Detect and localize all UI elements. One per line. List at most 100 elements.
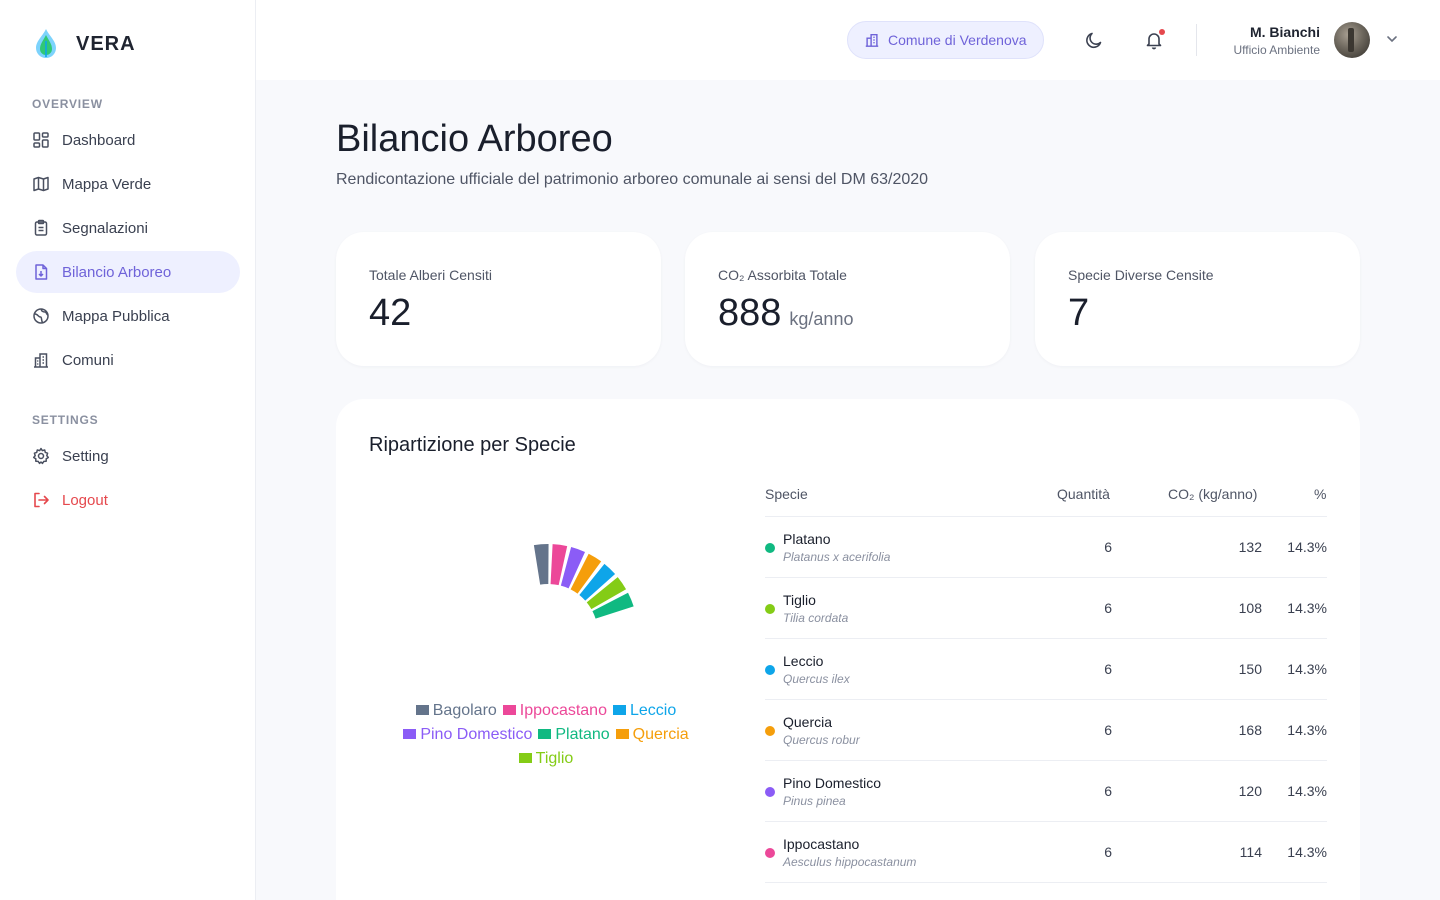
sidebar-item-bilancio-arboreo[interactable]: Bilancio Arboreo — [16, 251, 240, 293]
stat-value: 7 — [1068, 292, 1090, 334]
species-breakdown-panel: Ripartizione per Specie Bagolaro Ippocast… — [336, 399, 1360, 900]
species-name: Leccio — [783, 653, 824, 669]
moon-icon — [1086, 32, 1102, 49]
sidebar: VERA OVERVIEW Dashboard Mappa Verde Segn… — [0, 0, 256, 900]
stat-unit: kg/anno — [789, 309, 854, 329]
comune-selector-button[interactable]: Comune di Verdenova — [847, 21, 1044, 59]
species-latin-name: Quercus ilex — [783, 672, 850, 686]
stat-value: 888 kg/anno — [718, 292, 854, 334]
sidebar-item-mappa-verde[interactable]: Mappa Verde — [16, 163, 240, 205]
header-divider — [1196, 24, 1197, 56]
pie-slice-bagolaro[interactable] — [533, 544, 549, 585]
species-color-dot — [765, 787, 775, 797]
species-latin-name: Platanus x acerifolia — [783, 550, 891, 564]
sidebar-item-setting[interactable]: Setting — [16, 435, 240, 477]
dark-mode-toggle[interactable] — [1082, 28, 1106, 52]
species-co2: 168 — [1238, 722, 1262, 738]
species-quantity: 6 — [1104, 722, 1112, 738]
species-latin-name: Tilia cordata — [783, 611, 849, 625]
species-name: Pino Domestico — [783, 775, 882, 791]
table-header: Specie Quantità CO₂ (kg/anno) % — [765, 477, 1327, 517]
species-table: Specie Quantità CO₂ (kg/anno) % Platano P… — [765, 477, 1327, 883]
legend-item[interactable]: Pino Domestico — [403, 723, 532, 747]
species-quantity: 6 — [1104, 661, 1112, 677]
species-color-dot — [765, 604, 775, 614]
clipboard-icon — [32, 219, 50, 237]
brand[interactable]: VERA — [32, 27, 136, 61]
species-name: Platano — [783, 531, 831, 547]
legend-swatch — [403, 729, 417, 739]
table-row[interactable]: Quercia Quercus robur 6 168 14.3% — [765, 700, 1327, 761]
sidebar-item-dashboard[interactable]: Dashboard — [16, 119, 240, 161]
species-name: Quercia — [783, 714, 833, 730]
legend-item[interactable]: Bagolaro — [415, 699, 497, 723]
map-icon — [32, 175, 50, 193]
stat-card-total-trees: Totale Alberi Censiti 42 — [336, 232, 661, 366]
building-icon — [32, 351, 50, 369]
sidebar-item-logout[interactable]: Logout — [16, 479, 240, 521]
species-quantity: 6 — [1104, 600, 1112, 616]
page-title: Bilancio Arboreo — [336, 118, 613, 160]
legend-item[interactable]: Tiglio — [518, 747, 574, 771]
table-row[interactable]: Tiglio Tilia cordata 6 108 14.3% — [765, 578, 1327, 639]
table-row[interactable]: Platano Platanus x acerifolia 6 132 14.3% — [765, 517, 1327, 578]
legend-label: Quercia — [632, 726, 689, 743]
legend-label: Pino Domestico — [420, 726, 533, 743]
col-percent: % — [1314, 486, 1327, 502]
brand-name: VERA — [76, 32, 136, 55]
gear-icon — [32, 447, 50, 465]
species-quantity: 6 — [1104, 783, 1112, 799]
species-latin-name: Aesculus hippocastanum — [783, 855, 917, 869]
dashboard-icon — [32, 131, 50, 149]
species-percent: 14.3% — [1287, 783, 1327, 799]
sidebar-item-comuni[interactable]: Comuni — [16, 339, 240, 381]
species-co2: 150 — [1238, 661, 1262, 677]
building-icon — [865, 33, 879, 47]
vera-logo-icon — [36, 29, 56, 58]
legend-item[interactable]: Ippocastano — [502, 699, 607, 723]
page-subtitle: Rendicontazione ufficiale del patrimonio… — [336, 171, 929, 188]
table-row[interactable]: Leccio Quercus ilex 6 150 14.3% — [765, 639, 1327, 700]
comune-label: Comune di Verdenova — [888, 32, 1027, 48]
species-co2: 114 — [1239, 844, 1262, 860]
sidebar-item-label: Dashboard — [62, 131, 136, 149]
col-co2: CO₂ (kg/anno) — [1168, 486, 1258, 502]
species-percent: 14.3% — [1287, 600, 1327, 616]
species-color-dot — [765, 543, 775, 553]
species-color-dot — [765, 665, 775, 675]
sidebar-item-label: Setting — [62, 447, 109, 465]
legend-item[interactable]: Leccio — [612, 699, 676, 723]
legend-item[interactable]: Platano — [538, 723, 610, 747]
sidebar-item-mappa-pubblica[interactable]: Mappa Pubblica — [16, 295, 240, 337]
species-latin-name: Quercus robur — [783, 733, 860, 747]
avatar[interactable] — [1334, 22, 1370, 58]
table-row[interactable]: Pino Domestico Pinus pinea 6 120 14.3% — [765, 761, 1327, 822]
species-co2: 120 — [1238, 783, 1262, 799]
user-name: M. Bianchi — [1249, 24, 1320, 40]
col-species: Specie — [765, 486, 808, 502]
sidebar-item-segnalazioni[interactable]: Segnalazioni — [16, 207, 240, 249]
species-quantity: 6 — [1104, 539, 1112, 555]
species-name: Ippocastano — [783, 836, 860, 852]
species-percent: 14.3% — [1287, 661, 1327, 677]
legend-label: Tiglio — [535, 750, 574, 767]
table-row[interactable]: Ippocastano Aesculus hippocastanum 6 114 14.… — [765, 822, 1327, 883]
sidebar-item-label: Bilancio Arboreo — [62, 263, 172, 281]
species-co2: 108 — [1238, 600, 1262, 616]
legend-label: Ippocastano — [519, 702, 607, 719]
top-header: Comune di Verdenova M. Bianchi Ufficio A… — [256, 0, 1440, 80]
sidebar-item-label: Comuni — [62, 351, 114, 369]
legend-swatch — [538, 729, 552, 739]
species-percent: 14.3% — [1287, 844, 1327, 860]
notification-badge — [1159, 29, 1165, 35]
species-latin-name: Pinus pinea — [783, 794, 846, 808]
legend-item[interactable]: Quercia — [615, 723, 689, 747]
chevron-down-icon[interactable] — [1384, 31, 1400, 47]
sidebar-item-label: Segnalazioni — [62, 219, 148, 237]
legend-swatch — [615, 729, 629, 739]
notifications-button[interactable] — [1142, 28, 1166, 52]
species-percent: 14.3% — [1287, 722, 1327, 738]
stat-label: Specie Diverse Censite — [1068, 267, 1214, 283]
section-settings-label: SETTINGS — [32, 413, 99, 427]
species-quantity: 6 — [1104, 844, 1112, 860]
